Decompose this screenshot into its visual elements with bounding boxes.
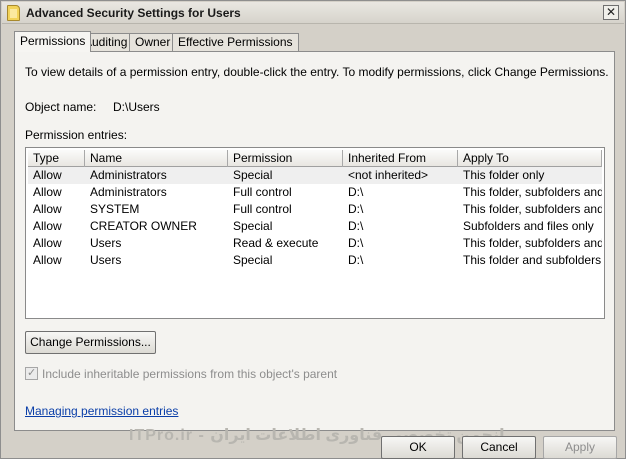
- permissions-panel: To view details of a permission entry, d…: [14, 51, 615, 431]
- cell-inherited-from: D:\: [348, 219, 364, 233]
- table-row[interactable]: Allow Administrators Special <not inheri…: [28, 167, 602, 184]
- list-header: Type Name Permission Inherited From Appl…: [28, 150, 602, 167]
- cell-name: Administrators: [90, 185, 167, 199]
- change-permissions-button[interactable]: Change Permissions...: [25, 331, 156, 354]
- cell-name: Administrators: [90, 168, 167, 182]
- cell-permission: Read & execute: [233, 236, 319, 250]
- cell-apply-to: This folder, subfolders and...: [463, 202, 602, 216]
- close-icon: ✕: [605, 5, 617, 19]
- apply-button[interactable]: Apply: [543, 436, 617, 459]
- column-header-apply-to[interactable]: Apply To: [458, 150, 602, 167]
- cell-type: Allow: [33, 202, 62, 216]
- column-header-inherited-from[interactable]: Inherited From: [343, 150, 458, 167]
- object-name-label: Object name:: [25, 100, 97, 114]
- tab-owner[interactable]: Owner: [129, 33, 177, 51]
- close-button[interactable]: ✕: [603, 5, 619, 20]
- column-header-name[interactable]: Name: [85, 150, 228, 167]
- table-row[interactable]: Allow Administrators Full control D:\ Th…: [28, 184, 602, 201]
- cell-inherited-from: D:\: [348, 236, 364, 250]
- cell-apply-to: This folder, subfolders and...: [463, 236, 602, 250]
- cancel-button[interactable]: Cancel: [462, 436, 536, 459]
- column-header-permission[interactable]: Permission: [228, 150, 343, 167]
- cell-permission: Special: [233, 253, 273, 267]
- cell-permission: Full control: [233, 202, 292, 216]
- title-bar[interactable]: Advanced Security Settings for Users ✕: [2, 2, 624, 24]
- cell-apply-to: This folder and subfolders: [463, 253, 602, 267]
- table-row[interactable]: Allow Users Special D:\ This folder and …: [28, 252, 602, 269]
- cell-type: Allow: [33, 185, 62, 199]
- cell-type: Allow: [33, 236, 62, 250]
- cell-permission: Special: [233, 219, 273, 233]
- cell-apply-to: This folder only: [463, 168, 545, 182]
- permission-entries-label: Permission entries:: [25, 128, 128, 142]
- cell-apply-to: This folder, subfolders and...: [463, 185, 602, 199]
- cell-name: Users: [90, 236, 122, 250]
- managing-permission-entries-link[interactable]: Managing permission entries: [25, 404, 178, 418]
- cell-type: Allow: [33, 168, 62, 182]
- table-row[interactable]: Allow CREATOR OWNER Special D:\ Subfolde…: [28, 218, 602, 235]
- cell-permission: Full control: [233, 185, 292, 199]
- permission-entries-list[interactable]: Type Name Permission Inherited From Appl…: [25, 147, 605, 319]
- window-title: Advanced Security Settings for Users: [26, 6, 241, 20]
- object-name-value: D:\Users: [113, 100, 160, 114]
- cell-type: Allow: [33, 219, 62, 233]
- column-header-type[interactable]: Type: [28, 150, 85, 167]
- cell-name: SYSTEM: [90, 202, 140, 216]
- table-row[interactable]: Allow SYSTEM Full control D:\ This folde…: [28, 201, 602, 218]
- table-row[interactable]: Allow Users Read & execute D:\ This fold…: [28, 235, 602, 252]
- cell-permission: Special: [233, 168, 273, 182]
- folder-icon: [7, 5, 20, 21]
- dialog-window: Advanced Security Settings for Users ✕ P…: [0, 0, 626, 459]
- inherit-permissions-checkbox[interactable]: [25, 366, 38, 380]
- ok-button[interactable]: OK: [381, 436, 455, 459]
- inherit-permissions-option: Include inheritable permissions from thi…: [25, 366, 338, 381]
- cell-name: CREATOR OWNER: [90, 219, 197, 233]
- inherit-permissions-label: Include inheritable permissions from thi…: [42, 367, 338, 381]
- tab-permissions[interactable]: Permissions: [14, 31, 92, 52]
- cell-inherited-from: D:\: [348, 185, 364, 199]
- cell-type: Allow: [33, 253, 62, 267]
- instructions-text: To view details of a permission entry, d…: [25, 65, 609, 79]
- cell-inherited-from: <not inherited>: [348, 168, 429, 182]
- cell-inherited-from: D:\: [348, 253, 364, 267]
- cell-name: Users: [90, 253, 122, 267]
- cell-inherited-from: D:\: [348, 202, 364, 216]
- tab-effective-permissions[interactable]: Effective Permissions: [172, 33, 299, 51]
- cell-apply-to: Subfolders and files only: [463, 219, 594, 233]
